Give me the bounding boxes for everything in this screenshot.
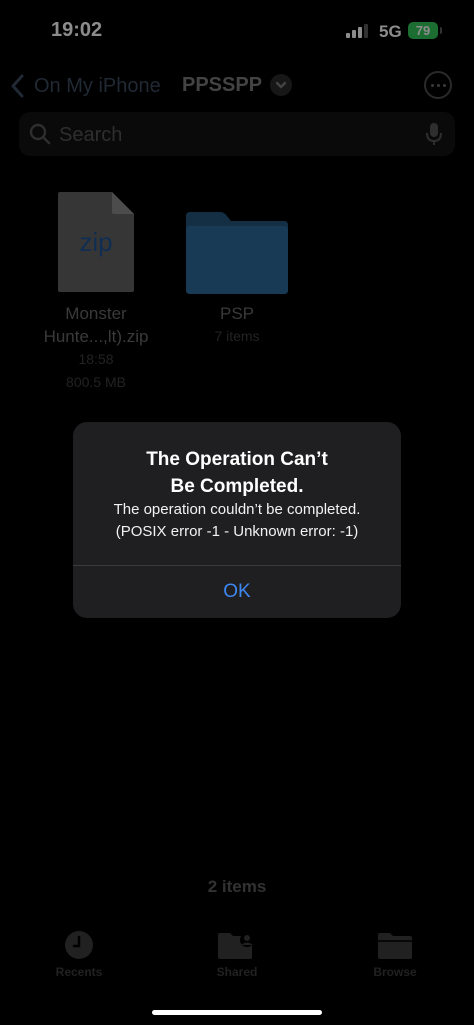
tab-recents[interactable]: Recents [29,930,129,979]
tab-shared[interactable]: Shared [187,930,287,979]
tab-browse-label: Browse [373,965,417,979]
item-count: 2 items [207,877,267,896]
zip-icon-label: zip [79,227,112,257]
back-button-label: On My iPhone [34,74,161,97]
file-size: 800.5 MB [66,374,126,390]
tab-browse[interactable]: Browse [345,930,445,979]
alert-title: The Operation Can’t Be Completed. [73,446,401,500]
alert-dialog: The Operation Can’t Be Completed. The op… [73,422,401,618]
search-icon [29,123,51,145]
file-item-zip[interactable]: Monster Hunte...,lt).zip 18:58 800.5 MB [26,302,166,394]
shared-folder-icon [218,933,254,959]
chevron-left-icon [11,74,24,98]
battery-tip [440,27,442,34]
zip-file-icon[interactable]: zip [58,192,134,292]
folder-icon[interactable] [186,212,288,294]
alert-title-line2: Be Completed. [170,476,304,497]
alert-message-line1: The operation couldn’t be completed. [113,501,361,518]
alert-title-line1: The Operation Can’t [146,449,328,470]
folder-item-psp[interactable]: PSP 7 items [172,302,302,348]
folder-item-count: 7 items [214,328,260,344]
alert-message-line2: (POSIX error -1 - Unknown error: -1) [115,523,359,540]
status-bar: 19:02 5G 79 [0,0,474,62]
ok-button[interactable]: OK [73,566,401,618]
folder-name: PSP [219,304,255,323]
search-bar[interactable] [19,112,455,158]
cellular-signal-icon [346,24,372,38]
alert-message: The operation couldn’t be completed. (PO… [73,499,401,543]
network-type: 5G [379,22,402,41]
file-modified-time: 18:58 [78,351,114,367]
status-time: 19:02 [51,19,103,41]
tab-shared-label: Shared [216,965,258,979]
more-options-icon[interactable] [424,71,452,99]
home-indicator[interactable] [152,1010,322,1015]
browse-folder-icon [378,933,412,959]
microphone-icon[interactable] [424,122,444,146]
back-button[interactable]: On My iPhone [10,72,161,100]
tab-recents-label: Recents [55,965,103,979]
clock-icon [65,931,93,959]
search-input[interactable] [57,112,431,158]
file-name-line2: Hunte...,lt).zip [43,327,149,346]
file-name-line1: Monster [65,304,127,323]
battery-icon: 79 [408,22,438,39]
chevron-down-icon[interactable] [270,74,292,96]
page-title[interactable]: PPSSPP [182,74,262,97]
navigation-bar: On My iPhone PPSSPP [0,66,474,106]
